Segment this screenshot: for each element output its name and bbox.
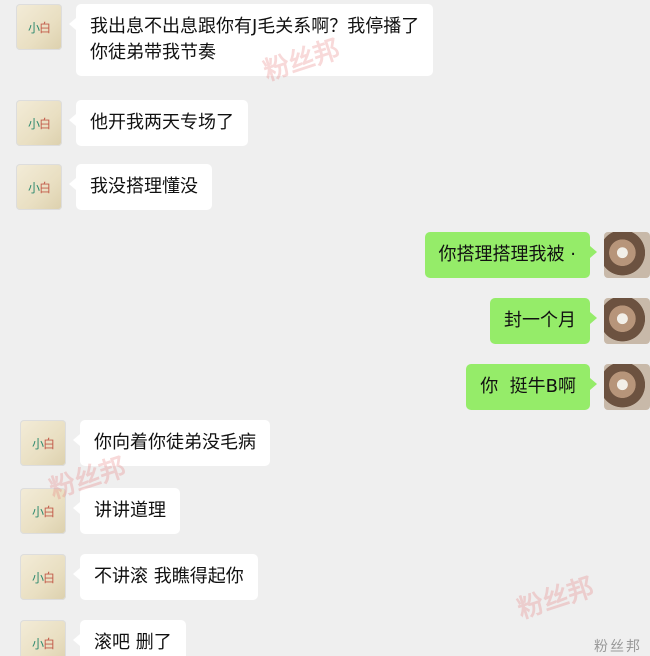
contact-avatar[interactable]: 小白 (16, 164, 62, 210)
message-row-received: 小白 你向着你徒弟没毛病 (20, 420, 270, 466)
message-row-received: 小白 不讲滚 我瞧得起你 (20, 554, 258, 600)
message-bubble[interactable]: 你向着你徒弟没毛病 (73, 420, 270, 466)
contact-avatar[interactable]: 小白 (16, 100, 62, 146)
message-row-received: 小白 我没搭理懂没 (16, 164, 212, 210)
my-avatar[interactable] (604, 232, 650, 278)
message-bubble[interactable]: 我出息不出息跟你有J毛关系啊？我停播了 你徒弟带我节奏 (68, 4, 434, 76)
message-bubble[interactable]: 封一个月 (490, 298, 597, 344)
my-avatar[interactable] (604, 298, 650, 344)
contact-avatar[interactable]: 小白 (16, 4, 62, 50)
message-row-sent: 你 挺牛B啊 (466, 364, 650, 410)
message-row-received: 小白 滚吧 删了 (20, 620, 186, 656)
my-avatar[interactable] (604, 364, 650, 410)
contact-avatar[interactable]: 小白 (20, 488, 66, 534)
contact-avatar[interactable]: 小白 (20, 620, 66, 656)
message-bubble[interactable]: 我没搭理懂没 (69, 164, 212, 210)
corner-watermark: 粉丝邦 (594, 639, 642, 655)
watermark: 粉丝邦 (514, 572, 598, 626)
chat-window: 小白 我出息不出息跟你有J毛关系啊？我停播了 你徒弟带我节奏 小白 他开我两天专… (0, 0, 650, 656)
message-row-received: 小白 讲讲道理 (20, 488, 180, 534)
contact-avatar[interactable]: 小白 (20, 420, 66, 466)
message-row-sent: 你搭理搭理我被 · (424, 232, 650, 278)
message-bubble[interactable]: 你 挺牛B啊 (466, 364, 597, 410)
message-row-sent: 封一个月 (490, 298, 650, 344)
message-row-received: 小白 他开我两天专场了 (16, 100, 248, 146)
contact-avatar[interactable]: 小白 (20, 554, 66, 600)
message-row-received: 小白 我出息不出息跟你有J毛关系啊？我停播了 你徒弟带我节奏 (16, 4, 434, 76)
message-bubble[interactable]: 他开我两天专场了 (69, 100, 248, 146)
message-bubble[interactable]: 滚吧 删了 (73, 620, 186, 656)
message-bubble[interactable]: 讲讲道理 (73, 488, 180, 534)
message-bubble[interactable]: 不讲滚 我瞧得起你 (73, 554, 258, 600)
message-bubble[interactable]: 你搭理搭理我被 · (424, 232, 598, 278)
